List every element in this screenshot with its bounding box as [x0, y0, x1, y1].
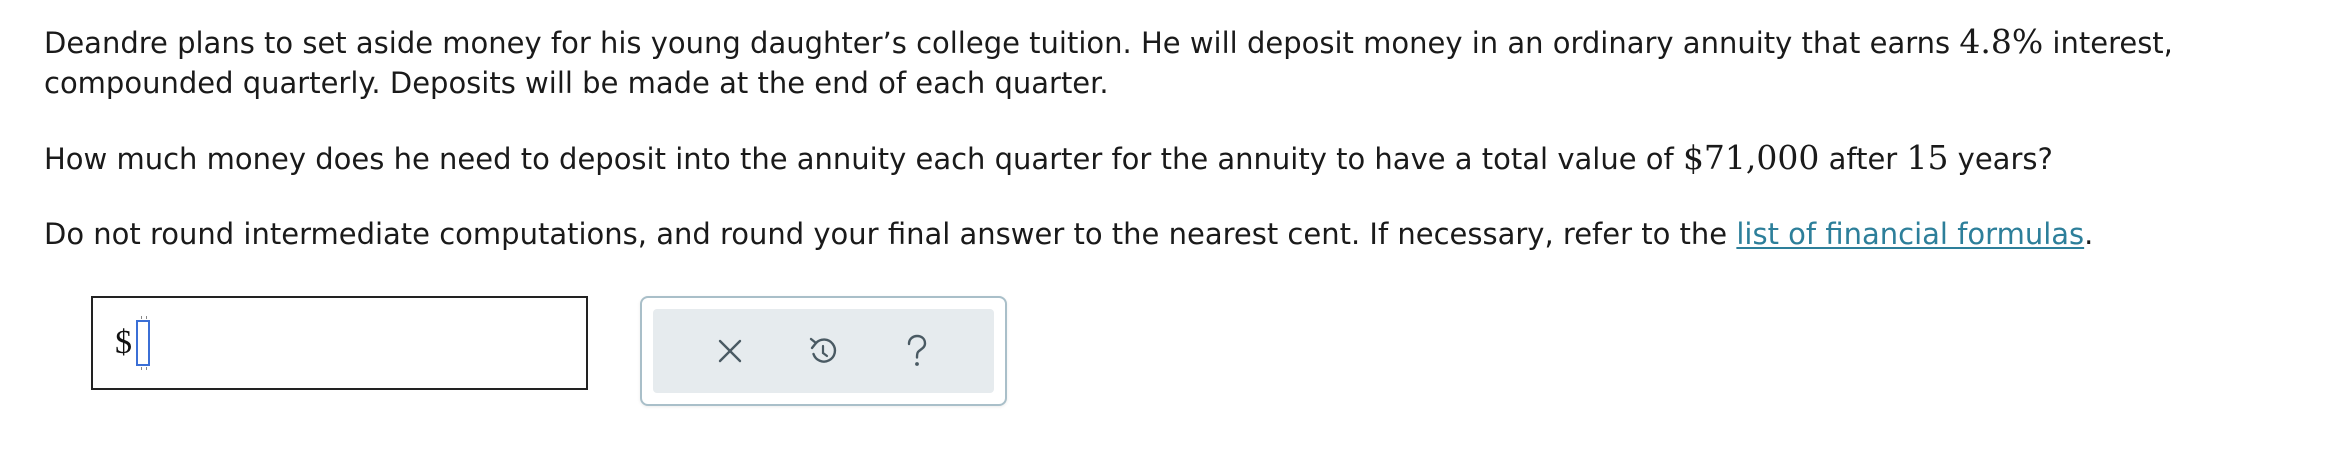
- answer-input[interactable]: $: [91, 296, 588, 390]
- answer-toolbar-inner: [653, 309, 994, 393]
- problem-text-segment: after: [1819, 142, 1907, 176]
- problem-text-segment: Deandre plans to set aside money for his…: [44, 26, 1960, 60]
- undo-icon: [810, 337, 837, 363]
- close-icon: [718, 339, 742, 363]
- problem-text-segment: .: [2084, 217, 2094, 251]
- help-button[interactable]: [887, 321, 947, 381]
- answer-toolbar: [640, 296, 1007, 406]
- problem-paragraph-1: Deandre plans to set aside money for his…: [44, 22, 2324, 103]
- undo-button[interactable]: [793, 321, 853, 381]
- problem-text-segment: How much money does he need to deposit i…: [44, 142, 1683, 176]
- years-value: 15: [1906, 138, 1949, 177]
- help-icon: [907, 334, 927, 366]
- problem-paragraph-3: Do not round intermediate computations, …: [44, 214, 2324, 254]
- problem-paragraph-2: How much money does he need to deposit i…: [44, 138, 2324, 179]
- text-cursor-placeholder[interactable]: [136, 316, 150, 370]
- problem-text-segment: years?: [1948, 142, 2053, 176]
- dollar-prefix: $: [115, 324, 132, 361]
- interest-rate: 4.8%: [1959, 22, 2044, 61]
- target-amount: $71,000: [1682, 138, 1820, 177]
- problem-text: Deandre plans to set aside money for his…: [44, 22, 2324, 254]
- problem-text-segment: Do not round intermediate computations, …: [44, 217, 1737, 251]
- clear-button[interactable]: [700, 321, 760, 381]
- financial-formulas-link[interactable]: list of financial formulas: [1736, 217, 2084, 251]
